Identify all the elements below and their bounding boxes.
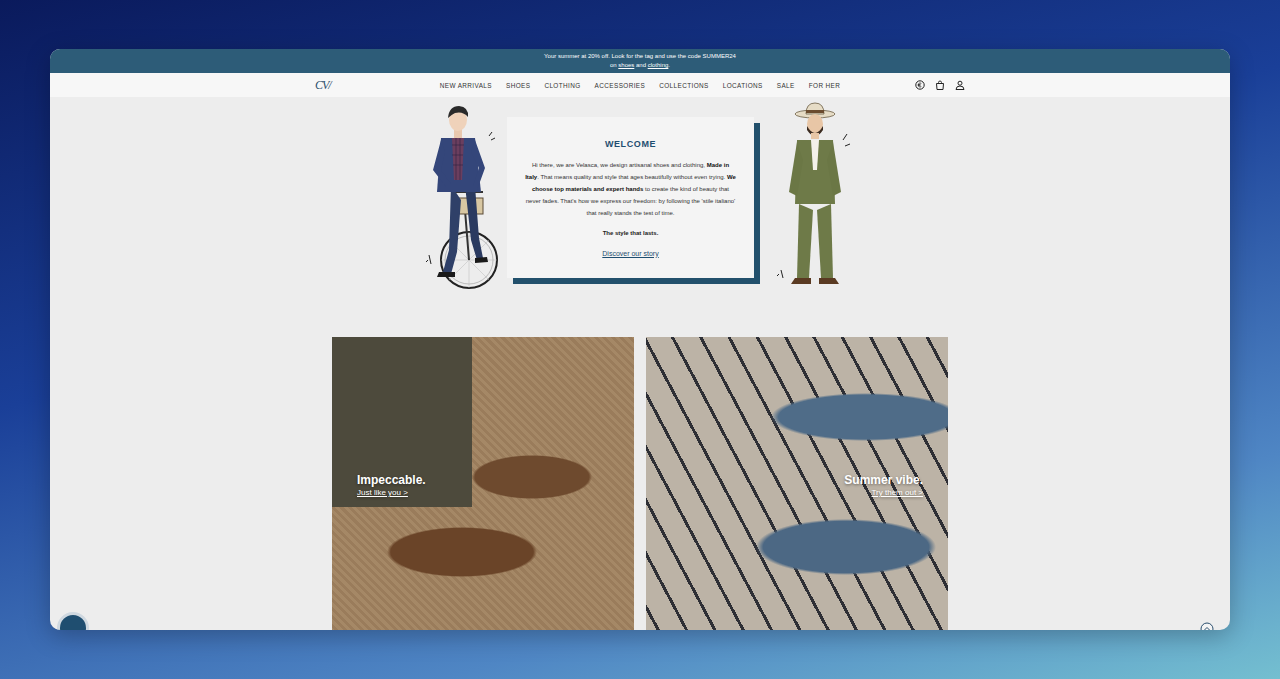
menu-item[interactable]: SALE xyxy=(777,82,795,89)
logo[interactable]: CV/ xyxy=(315,78,331,93)
welcome-text-segment: Hi there, we are Velasca, we design arti… xyxy=(532,162,707,168)
chat-button[interactable] xyxy=(57,612,89,630)
menu-item[interactable]: CLOTHING xyxy=(544,82,580,89)
tagline: The style that lasts. xyxy=(525,227,736,239)
nav-icons xyxy=(915,80,965,90)
promo-link[interactable]: Just like you > xyxy=(357,487,426,498)
promo-title: Impeccable. xyxy=(357,473,426,487)
shoes-link[interactable]: shoes xyxy=(618,62,634,68)
menu-item[interactable]: LOCATIONS xyxy=(723,82,763,89)
menu-item[interactable]: SHOES xyxy=(506,82,530,89)
bag-icon[interactable] xyxy=(935,80,945,90)
announcement-text: on xyxy=(610,62,618,68)
promo-caption: Impeccable.Just like you > xyxy=(357,473,426,498)
announcement-line: on shoes and clothing. xyxy=(610,61,670,70)
promo-grid: Impeccable.Just like you > Summer vibe.Tr… xyxy=(332,337,948,630)
top-nav: CV/NEW ARRIVALS SHOES CLOTHING ACCESSORIES C… xyxy=(50,73,1230,97)
welcome-text-segment: . That means quality and style that ages… xyxy=(537,174,727,180)
browser-window: Your summer at 20% off. Look for the tag… xyxy=(50,49,1230,630)
main-menu: NEW ARRIVALS SHOES CLOTHING ACCESSORIES COLL… xyxy=(440,82,841,89)
menu-item[interactable]: NEW ARRIVALS xyxy=(440,82,492,89)
suited-man-illustration xyxy=(775,100,855,295)
scroll-up-icon[interactable] xyxy=(1200,622,1214,630)
user-icon[interactable] xyxy=(955,80,965,90)
clothing-link[interactable]: clothing xyxy=(648,62,669,68)
menu-item[interactable]: COLLECTIONS xyxy=(659,82,709,89)
menu-item[interactable]: ACCESSORIES xyxy=(595,82,646,89)
promo-photo[interactable]: Summer vibe.Try them out > xyxy=(646,337,948,630)
promo-photo[interactable]: Impeccable.Just like you > xyxy=(332,337,634,630)
welcome-section: WELCOME Hi there, we are Velasca, we desi… xyxy=(425,100,855,294)
welcome-text: Hi there, we are Velasca, we design arti… xyxy=(525,159,736,219)
announcement-text: . xyxy=(668,62,670,68)
announcement-text: and xyxy=(634,62,647,68)
promo-caption: Summer vibe.Try them out > xyxy=(844,473,923,498)
welcome-card: WELCOME Hi there, we are Velasca, we desi… xyxy=(507,117,754,278)
announcement-text: Your summer at 20% off. Look for the tag… xyxy=(544,52,736,61)
page-content: WELCOME Hi there, we are Velasca, we desi… xyxy=(50,97,1230,630)
currency-icon[interactable] xyxy=(915,80,925,90)
promo-link[interactable]: Try them out > xyxy=(844,487,923,498)
announcement-bar: Your summer at 20% off. Look for the tag… xyxy=(50,49,1230,73)
discover-story-link[interactable]: Discover our story xyxy=(602,250,658,257)
promo-title: Summer vibe. xyxy=(844,473,923,487)
menu-item[interactable]: FOR HER xyxy=(809,82,841,89)
welcome-title: WELCOME xyxy=(525,139,736,149)
cyclist-illustration xyxy=(425,100,505,295)
